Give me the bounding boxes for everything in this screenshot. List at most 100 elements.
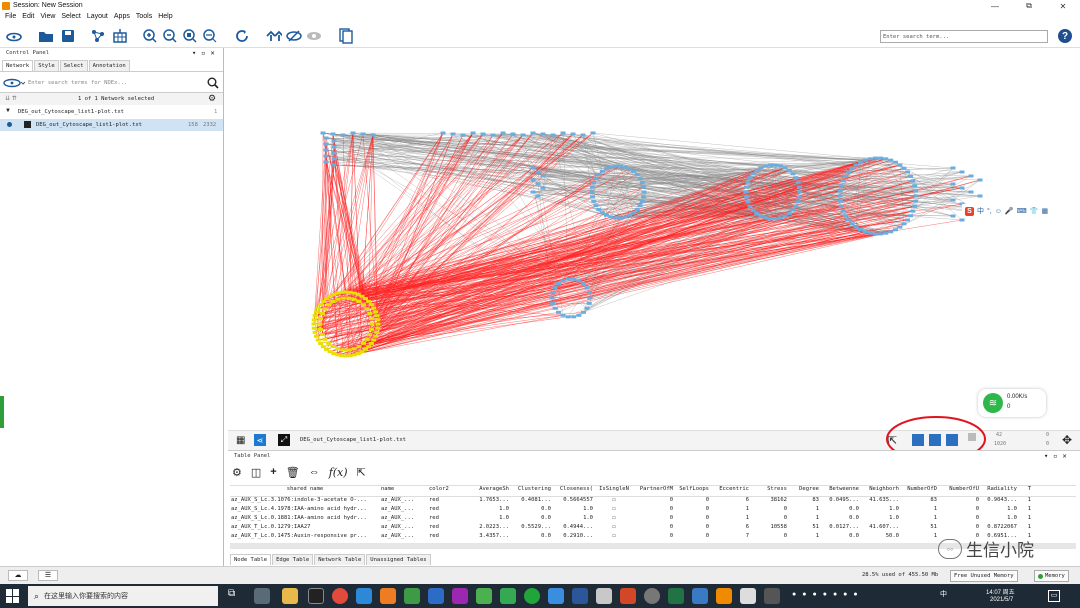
table-cell[interactable]: 0.0 — [820, 515, 860, 524]
table-cell[interactable]: 1 — [788, 515, 820, 524]
expand-icon[interactable]: ⤢ — [278, 434, 290, 446]
import-table-icon[interactable] — [112, 28, 128, 44]
table-cell[interactable]: az_AUX_... — [380, 515, 428, 524]
table-cell[interactable]: 1 — [788, 533, 820, 542]
add-column-icon[interactable]: + — [270, 466, 276, 478]
table-cell[interactable]: 0.5664557 — [552, 497, 594, 506]
table-cell[interactable]: 1.0 — [468, 506, 510, 515]
taskbar-app-3-icon[interactable] — [380, 588, 396, 604]
table-cell[interactable]: 1 — [1018, 506, 1032, 515]
panel-float-icon[interactable]: ▫ — [201, 49, 205, 57]
table-row[interactable]: az_AUX_T_Lc.0.1279:IAA27 az_AUX_... red 2.0… — [230, 524, 1076, 533]
table-cell[interactable]: 0.0 — [820, 506, 860, 515]
table-cell[interactable]: 1.0 — [860, 506, 900, 515]
column-header[interactable]: shared name — [230, 486, 380, 496]
table-cell[interactable]: 0 — [634, 506, 674, 515]
tray-icon-2[interactable]: ● — [802, 591, 806, 601]
ime-keyboard-icon[interactable]: ⌨ — [1017, 207, 1027, 215]
tray-icon-6[interactable]: ● — [843, 591, 847, 601]
tab-select[interactable]: Select — [59, 60, 88, 71]
column-header[interactable]: color2 — [428, 486, 468, 496]
table-cell[interactable]: 6 — [710, 497, 750, 506]
ime-toolbar[interactable]: S 中 °, ☺ 🎤 ⌨ 👕 ▦ — [962, 204, 1080, 218]
menu-apps[interactable]: Apps — [111, 12, 133, 24]
task-view-icon[interactable]: ⧉ — [228, 588, 244, 604]
table-export-icon[interactable]: ⇱ — [357, 466, 366, 479]
tray-icon-5[interactable]: ● — [833, 591, 837, 601]
table-cell[interactable]: 0 — [634, 533, 674, 542]
table-cell[interactable]: az_AUX_T_Lc.0.1279:IAA27 — [230, 524, 380, 533]
menu-layout[interactable]: Layout — [84, 12, 111, 24]
table-cell[interactable]: red — [428, 497, 468, 506]
table-cell[interactable]: 38162 — [750, 497, 788, 506]
table-cell[interactable]: 83 — [900, 497, 938, 506]
table-cell[interactable]: az_AUX_T_Lc.0.1475:Auxin-responsive pr..… — [230, 533, 380, 542]
table-cell[interactable]: 1.0 — [860, 515, 900, 524]
column-header[interactable]: Neighborh — [860, 486, 900, 496]
table-cell[interactable]: az_AUX_... — [380, 524, 428, 533]
collapse-all-icon[interactable]: ⇊ ⇈ — [5, 95, 17, 102]
word-icon[interactable] — [572, 588, 588, 604]
grid-view-icon[interactable]: ▦ — [236, 435, 245, 446]
taskbar-app-2-icon[interactable] — [356, 588, 372, 604]
notification-center-icon[interactable]: ▭ — [1048, 590, 1060, 602]
table-cell[interactable]: ☐ — [594, 533, 634, 542]
column-header[interactable]: Closeness( — [552, 486, 594, 496]
table-cell[interactable]: 1.0 — [552, 515, 594, 524]
taskbar-app-12-icon[interactable] — [692, 588, 708, 604]
table-cell[interactable]: 0.4081... — [510, 497, 552, 506]
table-cell[interactable]: 1 — [710, 506, 750, 515]
column-header[interactable]: Stress — [750, 486, 788, 496]
taskbar-app-9-icon[interactable] — [548, 588, 564, 604]
column-header[interactable]: IsSingleN — [594, 486, 634, 496]
table-cell[interactable]: 7 — [710, 533, 750, 542]
column-header[interactable]: T — [1018, 486, 1032, 496]
ndex-logo-icon[interactable] — [3, 78, 26, 90]
windows-start-icon[interactable] — [6, 589, 20, 603]
table-cell[interactable]: 3.4357... — [468, 533, 510, 542]
menu-tools[interactable]: Tools — [133, 12, 155, 24]
table-panel-menu-icon[interactable]: ▾ — [1044, 452, 1048, 460]
show-columns-icon[interactable]: ◫ — [251, 466, 261, 479]
table-cell[interactable]: 0.0 — [510, 533, 552, 542]
table-row[interactable]: az_AUX_S_Lc.0.1881:IAA-amino acid hydr..… — [230, 515, 1076, 524]
tab-network-table[interactable]: Network Table — [314, 554, 366, 565]
table-cell[interactable]: az_AUX_... — [380, 506, 428, 515]
table-panel-float-icon[interactable]: ▫ — [1053, 452, 1057, 460]
menu-select[interactable]: Select — [58, 12, 83, 24]
column-header[interactable]: NumberOfU — [938, 486, 980, 496]
table-cell[interactable]: 0.0495... — [820, 497, 860, 506]
zoom-fit-icon[interactable] — [202, 28, 218, 44]
table-cell[interactable]: 0.0127... — [820, 524, 860, 533]
table-cell[interactable]: 0.2910... — [552, 533, 594, 542]
ime-mode-label[interactable]: 中 — [977, 206, 984, 216]
table-cell[interactable]: 1 — [900, 515, 938, 524]
taskbar-app-7-icon[interactable] — [476, 588, 492, 604]
side-scroll-indicator[interactable] — [0, 396, 4, 428]
taskbar-search-box[interactable]: ⌕ 在这里输入你要搜索的内容 — [28, 586, 218, 606]
table-cell[interactable]: 0 — [750, 533, 788, 542]
free-memory-button[interactable]: Free Unused Memory — [950, 570, 1018, 582]
table-cell[interactable]: 0 — [674, 515, 710, 524]
ndex-search-input[interactable]: Enter search terms for NDEx... — [28, 80, 127, 86]
save-icon[interactable] — [60, 28, 76, 44]
table-cell[interactable]: ☐ — [594, 524, 634, 533]
help-button[interactable]: ? — [1058, 29, 1072, 43]
network-graph-canvas[interactable] — [228, 48, 1080, 430]
cloud-icon[interactable]: ☁ — [8, 570, 28, 581]
taskbar-search-input[interactable]: 在这里输入你要搜索的内容 — [44, 591, 128, 601]
table-cell[interactable]: 0 — [634, 515, 674, 524]
list-icon[interactable]: ☰ — [38, 570, 58, 581]
table-cell[interactable]: 1.7653... — [468, 497, 510, 506]
table-cell[interactable]: 1 — [710, 515, 750, 524]
column-header[interactable]: PartnerOfM — [634, 486, 674, 496]
table-cell[interactable]: red — [428, 533, 468, 542]
taskbar-app-4-icon[interactable] — [404, 588, 420, 604]
ime-mic-icon[interactable]: 🎤 — [1005, 207, 1014, 215]
taskbar-app-6-icon[interactable] — [452, 588, 468, 604]
tab-edge-table[interactable]: Edge Table — [272, 554, 314, 565]
tray-icon-7[interactable]: ● — [853, 591, 857, 601]
table-cell[interactable]: az_AUX_... — [380, 497, 428, 506]
taskbar-app-14-icon[interactable] — [764, 588, 780, 604]
cytoscape-icon[interactable] — [716, 588, 732, 604]
